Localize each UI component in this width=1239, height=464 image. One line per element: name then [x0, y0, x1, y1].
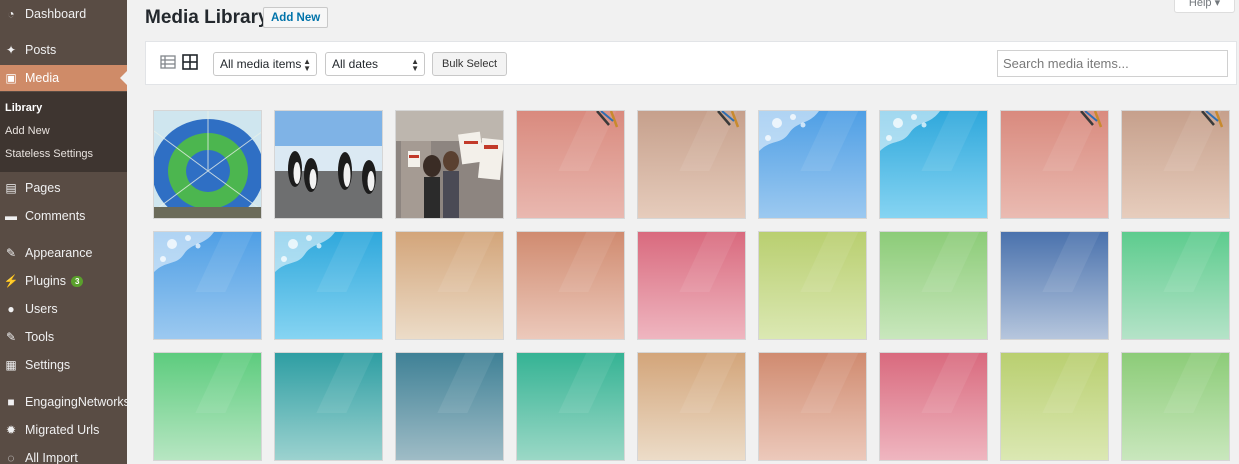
- sidebar-item-label: Tools: [25, 330, 55, 344]
- list-view-icon[interactable]: [160, 54, 176, 70]
- wrench-icon: ✎: [5, 330, 17, 344]
- search-media-input[interactable]: [997, 50, 1228, 77]
- sidebar-item-label: Appearance: [25, 246, 93, 260]
- media-thumbnail[interactable]: [1000, 110, 1109, 219]
- gear-icon: ✹: [5, 423, 17, 437]
- sidebar-item-label: Dashboard: [25, 7, 87, 21]
- sidebar-item-migrated-urls[interactable]: ✹ Migrated Urls: [0, 417, 127, 443]
- select-arrows-icon: ▲ ▼: [303, 57, 311, 73]
- sidebar-item-label: Migrated Urls: [25, 423, 100, 437]
- media-thumbnail[interactable]: [637, 110, 746, 219]
- media-thumbnail[interactable]: [274, 352, 383, 461]
- media-thumbnail[interactable]: [395, 231, 504, 340]
- media-thumbnail[interactable]: [516, 231, 625, 340]
- update-count-badge: 3: [71, 275, 84, 287]
- plugin-icon: ⚡: [3, 274, 19, 288]
- sidebar-item-label: Media: [25, 71, 60, 85]
- settings-icon: ▦: [5, 358, 17, 372]
- media-thumbnail[interactable]: [395, 352, 504, 461]
- page-title: Media Library: [145, 7, 269, 28]
- media-thumbnail-balloon[interactable]: [153, 110, 262, 219]
- sidebar-item-engagingnetworks[interactable]: ■ EngagingNetworks: [0, 389, 130, 415]
- media-thumbnail-penguins[interactable]: [274, 110, 383, 219]
- users-icon: ●: [7, 302, 15, 316]
- grid-view-icon[interactable]: [182, 54, 198, 70]
- admin-sidebar: ◔ Dashboard ✦ Posts ▣ Media ▤ Pages ▬ Comments ✎ Ap…: [0, 0, 130, 464]
- media-thumbnail[interactable]: [637, 231, 746, 340]
- media-thumbnail[interactable]: [1121, 352, 1230, 461]
- sidebar-item-label: Plugins: [25, 274, 66, 288]
- pushpin-icon: ✦: [5, 43, 17, 57]
- media-thumbnail[interactable]: [637, 352, 746, 461]
- media-thumbnail[interactable]: [274, 231, 383, 340]
- comments-icon: ▬: [5, 209, 17, 223]
- media-thumbnail[interactable]: [879, 110, 988, 219]
- sidebar-item-all-import[interactable]: ◌ All Import: [0, 445, 127, 464]
- media-thumbnail[interactable]: [153, 231, 262, 340]
- en-icon: ■: [7, 395, 15, 409]
- sidebar-item-posts[interactable]: ✦ Posts: [0, 37, 127, 63]
- import-icon: ◌: [7, 451, 15, 464]
- sidebar-item-tools[interactable]: ✎ Tools: [0, 324, 127, 350]
- media-thumbnail[interactable]: [516, 110, 625, 219]
- sidebar-item-dashboard[interactable]: ◔ Dashboard: [0, 1, 127, 27]
- sidebar-item-label: Comments: [25, 209, 86, 223]
- sidebar-item-label: Posts: [25, 43, 57, 57]
- media-thumbnail[interactable]: [758, 352, 867, 461]
- sidebar-item-media[interactable]: ▣ Media: [0, 65, 127, 91]
- date-filter-value: All dates: [332, 57, 379, 71]
- date-filter[interactable]: All dates ▲ ▼: [325, 52, 425, 76]
- sidebar-item-label: All Import: [25, 451, 78, 464]
- pages-icon: ▤: [5, 181, 17, 195]
- media-thumbnail[interactable]: [879, 352, 988, 461]
- submenu-item-stateless-settings[interactable]: Stateless Settings: [5, 148, 93, 160]
- media-thumbnail[interactable]: [758, 110, 867, 219]
- sidebar-item-comments[interactable]: ▬ Comments: [0, 203, 127, 229]
- media-toolbar: All media items ▲ ▼ All dates ▲ ▼ Bulk Sel…: [145, 41, 1237, 85]
- media-submenu: Library Add New Stateless Settings: [0, 92, 127, 172]
- sidebar-item-appearance[interactable]: ✎ Appearance: [0, 240, 127, 266]
- media-thumbnail[interactable]: [1000, 231, 1109, 340]
- bulk-select-button[interactable]: Bulk Select: [432, 52, 507, 76]
- media-thumbnail[interactable]: [1000, 352, 1109, 461]
- submenu-item-add-new[interactable]: Add New: [5, 125, 50, 137]
- media-thumbnail[interactable]: [153, 352, 262, 461]
- media-thumbnail[interactable]: [758, 231, 867, 340]
- media-thumbnail[interactable]: [516, 352, 625, 461]
- sidebar-item-users[interactable]: ● Users: [0, 296, 127, 322]
- brush-icon: ✎: [5, 246, 17, 260]
- media-type-filter-value: All media items: [220, 57, 302, 71]
- sidebar-item-label: Pages: [25, 181, 61, 195]
- sidebar-item-label: Users: [25, 302, 58, 316]
- select-arrows-icon: ▲ ▼: [411, 57, 419, 73]
- sidebar-item-settings[interactable]: ▦ Settings: [0, 352, 127, 378]
- media-thumbnail[interactable]: [879, 231, 988, 340]
- media-thumbnail-protest[interactable]: [395, 110, 504, 219]
- submenu-item-library[interactable]: Library: [5, 102, 42, 114]
- sidebar-item-plugins[interactable]: ⚡ Plugins 3: [0, 268, 127, 294]
- sidebar-item-label: EngagingNetworks: [25, 395, 130, 409]
- sidebar-item-label: Settings: [25, 358, 71, 372]
- media-type-filter[interactable]: All media items ▲ ▼: [213, 52, 317, 76]
- media-thumbnail[interactable]: [1121, 231, 1230, 340]
- sidebar-item-pages[interactable]: ▤ Pages: [0, 175, 127, 201]
- media-thumbnail[interactable]: [1121, 110, 1230, 219]
- help-tab-button[interactable]: Help ▾: [1174, 0, 1235, 13]
- add-new-button[interactable]: Add New: [263, 7, 329, 28]
- media-icon: ▣: [5, 71, 17, 85]
- dashboard-icon: ◔: [7, 7, 15, 21]
